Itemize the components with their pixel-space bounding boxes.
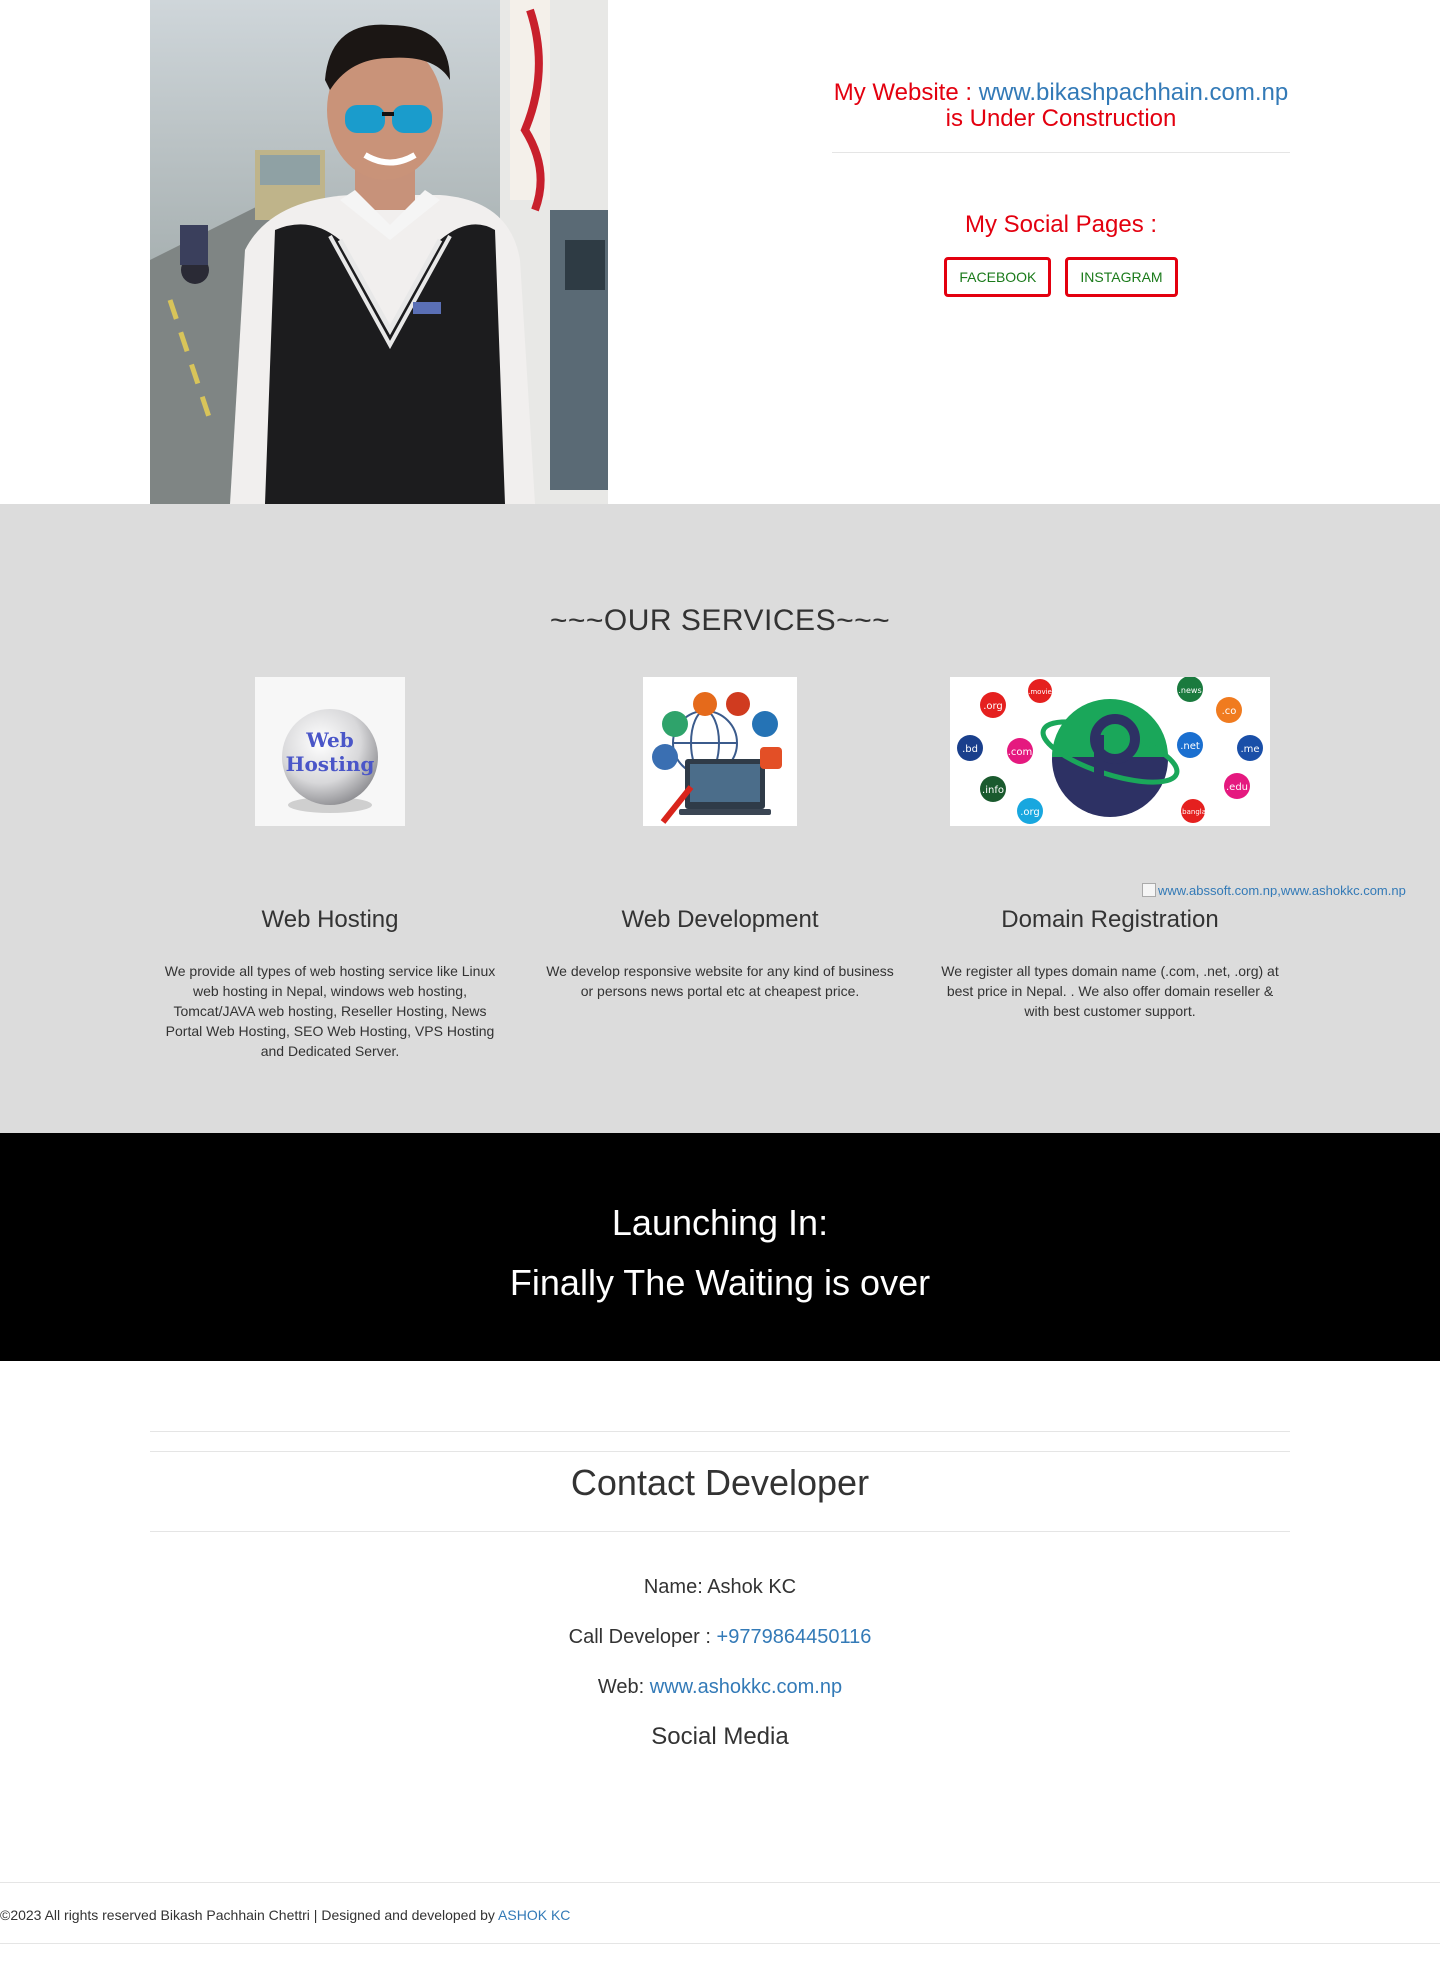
- tld-label: .me: [1240, 744, 1259, 755]
- hero-section: My Website : www.bikashpachhain.com.np i…: [0, 0, 1440, 504]
- site-info: My Website : www.bikashpachhain.com.np i…: [832, 0, 1290, 297]
- call-label: Call Developer :: [568, 1626, 711, 1648]
- footer: ©2023 All rights reserved Bikash Pachhai…: [0, 1882, 1440, 1944]
- social-pages-title: My Social Pages :: [964, 211, 1158, 238]
- call-developer: Call Developer : +9779864450116: [0, 1626, 1440, 1649]
- tld-label: .movie: [1028, 688, 1052, 696]
- service-name: Web Development: [621, 906, 819, 933]
- web-hosting-image-text-2: Hosting: [286, 752, 375, 776]
- web-hosting-image: Web Hosting: [255, 677, 405, 826]
- copyright-text: ©2023 All rights reserved Bikash Pachhai…: [0, 1907, 495, 1923]
- web-hosting-image-text-1: Web: [305, 728, 354, 752]
- service-domain-registration: .org .movie .news .co .bd .com .net .me …: [930, 677, 1290, 1021]
- site-link[interactable]: www.bikashpachhain.com.np: [979, 79, 1289, 106]
- launch-heading: Launching In:: [611, 1202, 829, 1243]
- divider: [150, 1531, 1290, 1532]
- tld-label: .news: [1178, 686, 1201, 695]
- site-suffix: is Under Construction: [945, 105, 1177, 132]
- tld-label: .bd: [962, 744, 978, 755]
- service-name: Domain Registration: [1001, 906, 1219, 933]
- divider: [832, 152, 1290, 153]
- footer-text: ©2023 All rights reserved Bikash Pachhai…: [0, 1907, 570, 1923]
- service-description: We register all types domain name (.com,…: [941, 963, 1279, 1019]
- service-name: Web Hosting: [261, 906, 399, 933]
- contact-title: Contact Developer: [570, 1462, 870, 1503]
- tld-label: .com: [1008, 747, 1033, 758]
- service-description: We develop responsive website for any ki…: [546, 963, 894, 999]
- tld-label: .org: [983, 701, 1003, 712]
- web-label: Web:: [597, 1676, 645, 1698]
- instagram-button[interactable]: INSTAGRAM: [1065, 257, 1178, 297]
- web-development-image: [643, 677, 797, 826]
- tld-label: .bangla: [1180, 808, 1206, 816]
- facebook-button[interactable]: FACEBOOK: [944, 257, 1052, 297]
- launch-section: Launching In: Finally The Waiting is ove…: [0, 1133, 1440, 1361]
- divider: [150, 1451, 1290, 1452]
- social-buttons: FACEBOOK INSTAGRAM: [832, 257, 1290, 297]
- site-prefix: My Website :: [833, 79, 973, 106]
- phone-link[interactable]: +9779864450116: [717, 1626, 872, 1648]
- tld-label: .net: [1180, 741, 1200, 752]
- profile-photo: [150, 0, 608, 504]
- contact-section: Contact Developer Name: Ashok KC Call De…: [0, 1361, 1440, 1881]
- tld-label: .org: [1020, 807, 1040, 818]
- service-web-hosting: Web Hosting Web Hosting We provide all t…: [150, 677, 510, 1061]
- social-media-title: Social Media: [651, 1723, 789, 1750]
- developer-credit-link[interactable]: ASHOK KC: [498, 1907, 570, 1923]
- service-description: We provide all types of web hosting serv…: [164, 963, 496, 1059]
- services-title: ~~~OUR SERVICES~~~: [549, 604, 891, 637]
- tld-label: .info: [982, 785, 1004, 796]
- divider: [150, 1431, 1290, 1432]
- broken-image-link[interactable]: www.abssoft.com.np,www.ashokkc.com.np: [1142, 883, 1406, 897]
- developer-web-link[interactable]: www.ashokkc.com.np: [650, 1676, 842, 1698]
- launch-subheading: Finally The Waiting is over: [509, 1262, 931, 1303]
- developer-web: Web: www.ashokkc.com.np: [0, 1676, 1440, 1699]
- developer-name: Name: Ashok KC: [643, 1576, 797, 1598]
- domain-registration-image: .org .movie .news .co .bd .com .net .me …: [950, 677, 1270, 826]
- tld-label: .edu: [1226, 782, 1248, 793]
- service-web-development: Web Development We develop responsive we…: [540, 677, 900, 1001]
- broken-image-icon: [1142, 883, 1156, 897]
- tld-label: .co: [1222, 706, 1237, 717]
- services-section: ~~~OUR SERVICES~~~ Web Hosting Web Hosti…: [0, 504, 1440, 1133]
- site-under-construction: My Website : www.bikashpachhain.com.np i…: [832, 80, 1290, 132]
- broken-image-alt: www.abssoft.com.np,www.ashokkc.com.np: [1158, 883, 1406, 897]
